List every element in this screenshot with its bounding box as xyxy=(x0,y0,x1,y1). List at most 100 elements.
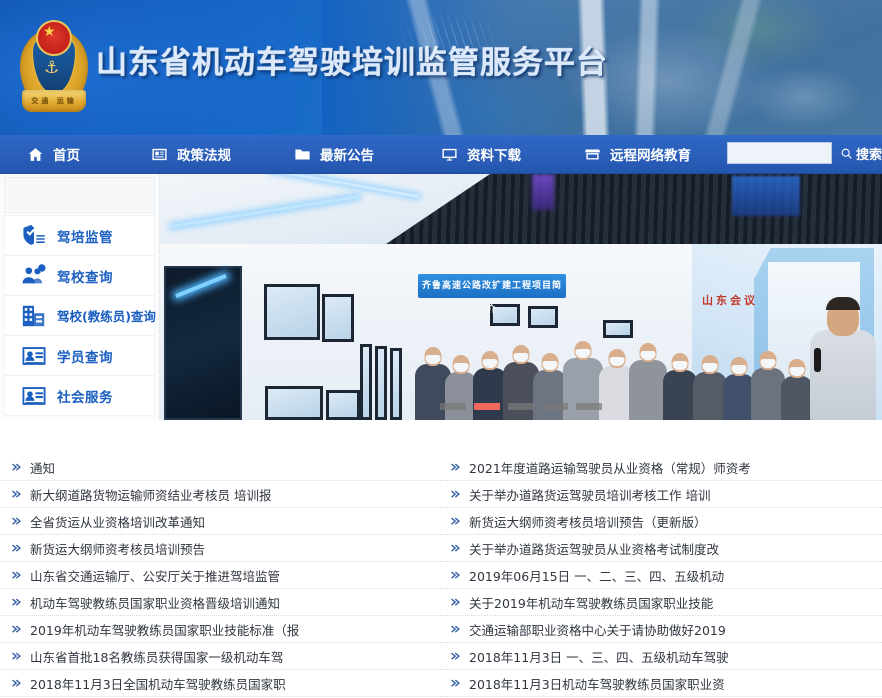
sidebar-item-student-query-label: 学员查询 xyxy=(57,349,113,366)
double-arrow-icon xyxy=(451,463,460,471)
page-title: 山东省机动车驾驶培训监管服务平台 xyxy=(96,45,608,81)
nav-item-remote-education[interactable]: 远程网络教育 xyxy=(583,144,691,164)
nav-item-policies[interactable]: 政策法规 xyxy=(150,144,231,164)
banner-blue-panel xyxy=(732,176,800,216)
double-arrow-icon xyxy=(451,679,460,687)
list-item[interactable]: 交通运输部职业资格中心关于请协助做好2019 xyxy=(441,616,882,643)
id-card-icon xyxy=(22,386,46,405)
list-item[interactable]: 关于举办道路货运驾驶员培训考核工作 培训 xyxy=(441,481,882,508)
nav-item-home-label: 首页 xyxy=(53,148,80,164)
banner-person xyxy=(563,341,603,420)
sidebar-item-student-query[interactable]: 学员查询 xyxy=(5,336,154,376)
sidebar-item-coach-query-label: 驾校(教练员)查询 xyxy=(57,309,156,324)
double-arrow-icon xyxy=(12,652,21,660)
list-item-label: 机动车驾驶教练员国家职业资格晋级培训通知 xyxy=(30,595,281,611)
banner-picture-frame xyxy=(265,386,323,420)
sidebar-item-school-query[interactable]: 驾校查询 xyxy=(5,256,154,296)
nav-item-downloads[interactable]: 资料下载 xyxy=(440,144,521,164)
nav-item-remote-education-label: 远程网络教育 xyxy=(610,148,691,164)
search-icon xyxy=(841,148,852,159)
double-arrow-icon xyxy=(451,625,460,633)
banner-picture-frame xyxy=(326,390,360,420)
banner-person xyxy=(473,351,507,420)
list-item-label: 关于举办道路货运驾驶员从业资格考试制度改 xyxy=(469,541,720,557)
banner-person xyxy=(533,353,567,420)
list-item-label: 2019年06月15日 一、二、三、四、五级机动 xyxy=(469,568,725,584)
list-item[interactable]: 2018年11月3日 一、三、四、五级机动车驾驶 xyxy=(441,643,882,670)
sidebar-item-driving-supervision-label: 驾培监管 xyxy=(57,229,113,246)
double-arrow-icon xyxy=(451,490,460,498)
list-item-label: 关于2019年机动车驾驶教练员国家职业技能 xyxy=(469,595,714,611)
list-item[interactable]: 新大纲道路货物运输师资结业考核员 培训报 xyxy=(0,481,441,508)
main-content-row: 驾培监管 驾校查询 驾校(教练员)查询 学员查询 社会服务 齐鲁高速公路改扩建工… xyxy=(0,174,882,420)
list-item-label: 2018年11月3日 一、三、四、五级机动车驾驶 xyxy=(469,649,729,665)
list-item-label: 山东省首批18名教练员获得国家一级机动车驾 xyxy=(30,649,284,665)
search-area: 搜索 xyxy=(726,142,882,164)
news-section: 通知 新大纲道路货物运输师资结业考核员 培训报 全省货运从业资格培训改革通知 新… xyxy=(0,420,882,697)
banner-person xyxy=(781,359,813,420)
double-arrow-icon xyxy=(12,598,21,606)
banner-person xyxy=(751,351,785,420)
list-item-label: 交通运输部职业资格中心关于请协助做好2019 xyxy=(469,622,726,638)
list-item[interactable]: 2018年11月3日全国机动车驾驶教练员国家职 xyxy=(0,670,441,697)
banner-picture-frame xyxy=(264,284,320,340)
double-arrow-icon xyxy=(12,679,21,687)
double-arrow-icon xyxy=(12,544,21,552)
search-input[interactable] xyxy=(726,142,832,164)
list-item[interactable]: 新货运大纲师资考核员培训预告 xyxy=(0,535,441,562)
carousel-dot-1[interactable] xyxy=(440,403,466,410)
carousel-dot-3[interactable] xyxy=(508,403,534,410)
banner-exhibit-caption-blue: 齐鲁高速公路改扩建工程项目简介 xyxy=(418,274,566,315)
microphone-icon xyxy=(814,348,821,372)
emblem-ribbon: 交通 运输 xyxy=(22,90,86,112)
list-item[interactable]: 山东省交通运输厅、公安厅关于推进驾培监管 xyxy=(0,562,441,589)
news-list-right: 2021年度道路运输驾驶员从业资格（常规）师资考 关于举办道路货运驾驶员培训考核… xyxy=(441,454,882,697)
shield-icon xyxy=(23,224,45,245)
nav-item-home[interactable]: 首页 xyxy=(26,144,80,164)
banner-picture-frame xyxy=(603,320,633,338)
double-arrow-icon xyxy=(12,463,21,471)
sidebar-item-driving-supervision[interactable]: 驾培监管 xyxy=(5,216,154,256)
search-button-label: 搜索 xyxy=(855,147,882,163)
list-item[interactable]: 2019年机动车驾驶教练员国家职业技能标准（报 xyxy=(0,616,441,643)
banner-carousel[interactable]: 齐鲁高速公路改扩建工程项目简介 山东会议 xyxy=(160,174,882,420)
main-navigation: 首页 政策法规 最新公告 资料下载 远程网络教育 搜索 xyxy=(0,135,882,174)
carousel-dot-5[interactable] xyxy=(576,403,602,410)
list-item[interactable]: 通知 xyxy=(0,454,441,481)
list-item-label: 关于举办道路货运驾驶员培训考核工作 培训 xyxy=(469,487,711,503)
list-item[interactable]: 新货运大纲师资考核员培训预告（更新版） xyxy=(441,508,882,535)
double-arrow-icon xyxy=(12,625,21,633)
carousel-dot-4[interactable] xyxy=(542,403,568,410)
building-icon xyxy=(22,305,45,326)
sidebar-menu: 驾培监管 驾校查询 驾校(教练员)查询 学员查询 社会服务 xyxy=(4,215,156,416)
list-item[interactable]: 山东省首批18名教练员获得国家一级机动车驾 xyxy=(0,643,441,670)
double-arrow-icon xyxy=(12,571,21,579)
list-item-label: 2019年机动车驾驶教练员国家职业技能标准（报 xyxy=(30,622,300,638)
sidebar-item-school-query-label: 驾校查询 xyxy=(57,269,113,286)
banner-picture-frame xyxy=(528,306,558,328)
nav-item-policies-label: 政策法规 xyxy=(177,148,231,164)
list-item[interactable]: 2021年度道路运输驾驶员从业资格（常规）师资考 xyxy=(441,454,882,481)
nav-item-downloads-label: 资料下载 xyxy=(467,148,521,164)
list-item-label: 新大纲道路货物运输师资结业考核员 培训报 xyxy=(30,487,272,503)
carousel-dot-2[interactable] xyxy=(474,403,500,410)
monitor-icon xyxy=(442,148,457,161)
folder-icon xyxy=(295,149,310,159)
list-item[interactable]: 全省货运从业资格培训改革通知 xyxy=(0,508,441,535)
list-item[interactable]: 机动车驾驶教练员国家职业资格晋级培训通知 xyxy=(0,589,441,616)
search-button[interactable]: 搜索 xyxy=(840,144,882,163)
banner-exhibit-caption-red: 山东会议 xyxy=(702,294,758,307)
list-item-label: 新货运大纲师资考核员培训预告 xyxy=(30,541,206,557)
list-item[interactable]: 关于2019年机动车驾驶教练员国家职业技能 xyxy=(441,589,882,616)
site-header: ⚓ 交通 运输 山东省机动车驾驶培训监管服务平台 xyxy=(0,0,882,135)
banner-glass-panel xyxy=(390,348,402,420)
sidebar-item-social-service[interactable]: 社会服务 xyxy=(5,376,154,415)
list-item[interactable]: 关于举办道路货运驾驶员从业资格考试制度改 xyxy=(441,535,882,562)
double-arrow-icon xyxy=(451,517,460,525)
sidebar-item-coach-query[interactable]: 驾校(教练员)查询 xyxy=(5,296,156,336)
list-item[interactable]: 2019年06月15日 一、二、三、四、五级机动 xyxy=(441,562,882,589)
list-item-label: 新货运大纲师资考核员培训预告（更新版） xyxy=(469,514,707,530)
list-item[interactable]: 2018年11月3日机动车驾驶教练员国家职业资 xyxy=(441,670,882,697)
nav-item-announcements[interactable]: 最新公告 xyxy=(293,144,374,164)
banner-glass-panel xyxy=(360,344,372,420)
